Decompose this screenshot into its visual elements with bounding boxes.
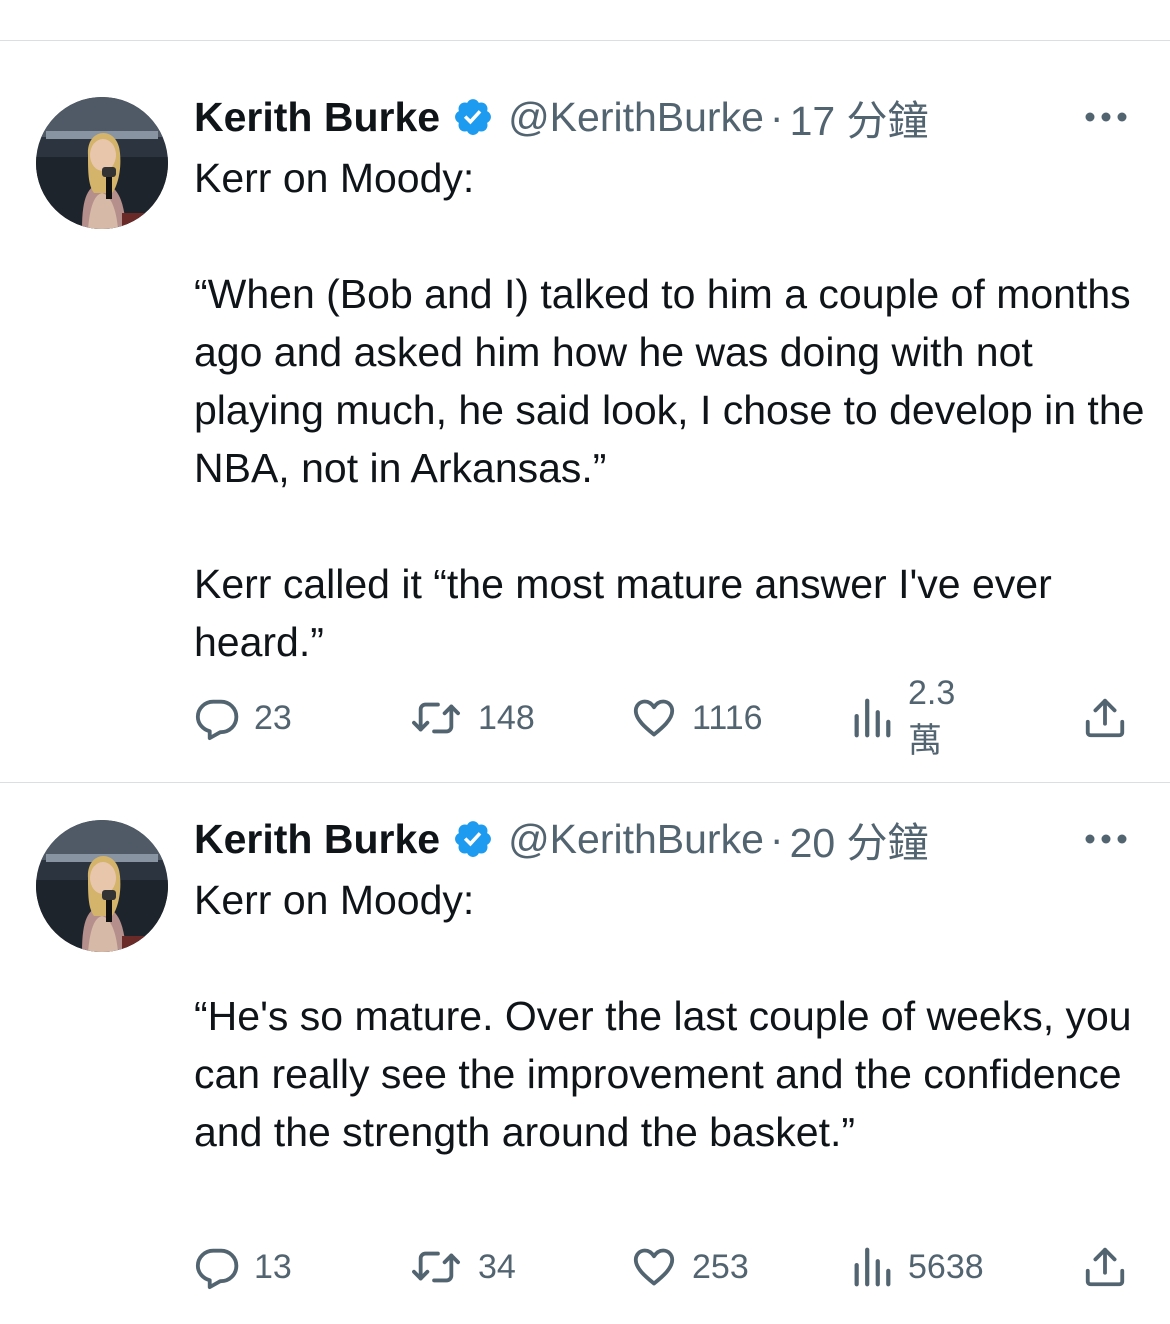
tweet-header: Kerith Burke @KerithBurke · 17 分鐘 — [194, 92, 929, 145]
retweet-icon — [412, 702, 460, 734]
tweet-text: Kerr on Moody: “He's so mature. Over the… — [194, 877, 1132, 1155]
author-name[interactable]: Kerith Burke — [194, 816, 440, 863]
heart-icon — [633, 699, 675, 737]
retweet-count: 34 — [478, 1247, 516, 1286]
retweet-button[interactable]: 148 — [408, 693, 535, 743]
reply-count: 13 — [254, 1247, 292, 1286]
verified-badge-icon — [452, 96, 494, 138]
separator-dot: · — [769, 93, 784, 140]
author-handle[interactable]: @KerithBurke — [508, 94, 764, 141]
retweet-count: 148 — [478, 698, 535, 737]
share-icon — [1085, 698, 1125, 738]
separator-dot: · — [769, 815, 784, 862]
like-count: 1116 — [692, 698, 763, 737]
heart-icon — [633, 1248, 675, 1286]
reply-count: 23 — [254, 698, 292, 737]
author-handle[interactable]: @KerithBurke — [508, 816, 764, 863]
tweet-header: Kerith Burke @KerithBurke · 20 分鐘 — [194, 814, 929, 867]
reply-button[interactable]: 23 — [194, 693, 292, 743]
verified-badge-icon — [452, 818, 494, 860]
like-count: 253 — [692, 1247, 749, 1286]
tweet-divider — [0, 782, 1170, 783]
views-icon — [854, 698, 891, 738]
views-button[interactable]: 5638 — [850, 1242, 984, 1292]
author-name[interactable]: Kerith Burke — [194, 94, 440, 141]
top-divider — [0, 40, 1170, 41]
timestamp[interactable]: 20 分鐘 — [790, 809, 929, 869]
share-icon — [1085, 1247, 1125, 1287]
views-button[interactable]: 2.3萬 — [850, 674, 955, 760]
more-icon[interactable] — [1082, 829, 1130, 849]
reply-icon — [195, 1248, 239, 1290]
tweet-text: Kerr on Moody: “When (Bob and I) talked … — [194, 155, 1145, 665]
like-button[interactable]: 1116 — [630, 693, 763, 743]
reply-button[interactable]: 13 — [194, 1242, 292, 1292]
avatar[interactable] — [36, 97, 168, 229]
views-count: 2.3萬 — [908, 674, 956, 760]
avatar[interactable] — [36, 820, 168, 952]
views-count: 5638 — [908, 1247, 984, 1286]
share-button[interactable] — [1082, 1242, 1128, 1292]
retweet-button[interactable]: 34 — [408, 1242, 516, 1292]
retweet-icon — [412, 1251, 460, 1283]
reply-icon — [195, 699, 239, 741]
more-icon[interactable] — [1082, 107, 1130, 127]
share-button[interactable] — [1082, 693, 1128, 743]
timestamp[interactable]: 17 分鐘 — [790, 87, 929, 147]
like-button[interactable]: 253 — [630, 1242, 749, 1292]
views-icon — [854, 1247, 891, 1287]
